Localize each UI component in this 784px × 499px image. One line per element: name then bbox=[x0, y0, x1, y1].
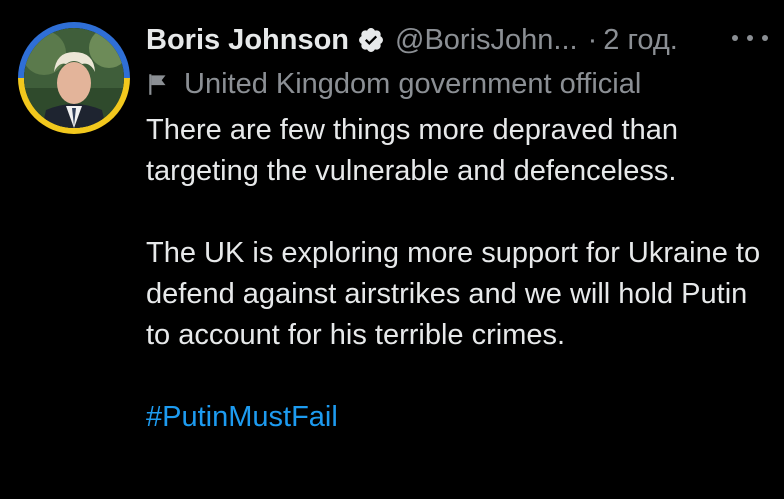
label-text: United Kingdom government official bbox=[184, 67, 642, 100]
more-options-icon[interactable] bbox=[732, 26, 768, 50]
timestamp[interactable]: 2 год. bbox=[603, 24, 678, 57]
author-name[interactable]: Boris Johnson bbox=[146, 24, 349, 57]
separator-dot: · bbox=[587, 23, 598, 56]
hashtag-link[interactable]: #PutinMustFail bbox=[146, 401, 338, 433]
tweet-paragraph: There are few things more depraved than … bbox=[146, 114, 678, 187]
verified-badge-icon bbox=[359, 28, 383, 52]
tweet-card: Boris Johnson @BorisJohn... · 2 год. Uni… bbox=[0, 0, 784, 499]
tweet-paragraph: The UK is exploring more support for Ukr… bbox=[146, 237, 761, 351]
more-dot bbox=[747, 35, 753, 41]
avatar[interactable] bbox=[18, 22, 130, 134]
author-handle[interactable]: @BorisJohn... bbox=[395, 24, 578, 57]
account-label[interactable]: United Kingdom government official bbox=[146, 64, 641, 104]
flag-icon bbox=[149, 74, 166, 95]
more-dot bbox=[732, 35, 738, 41]
more-dot bbox=[762, 35, 768, 41]
hashtag-paragraph: #PutinMustFail bbox=[146, 397, 766, 438]
tweet-header: Boris Johnson @BorisJohn... · 2 год. bbox=[146, 20, 678, 60]
tweet-text: There are few things more depraved than … bbox=[146, 110, 766, 438]
avatar-photo bbox=[24, 28, 124, 128]
